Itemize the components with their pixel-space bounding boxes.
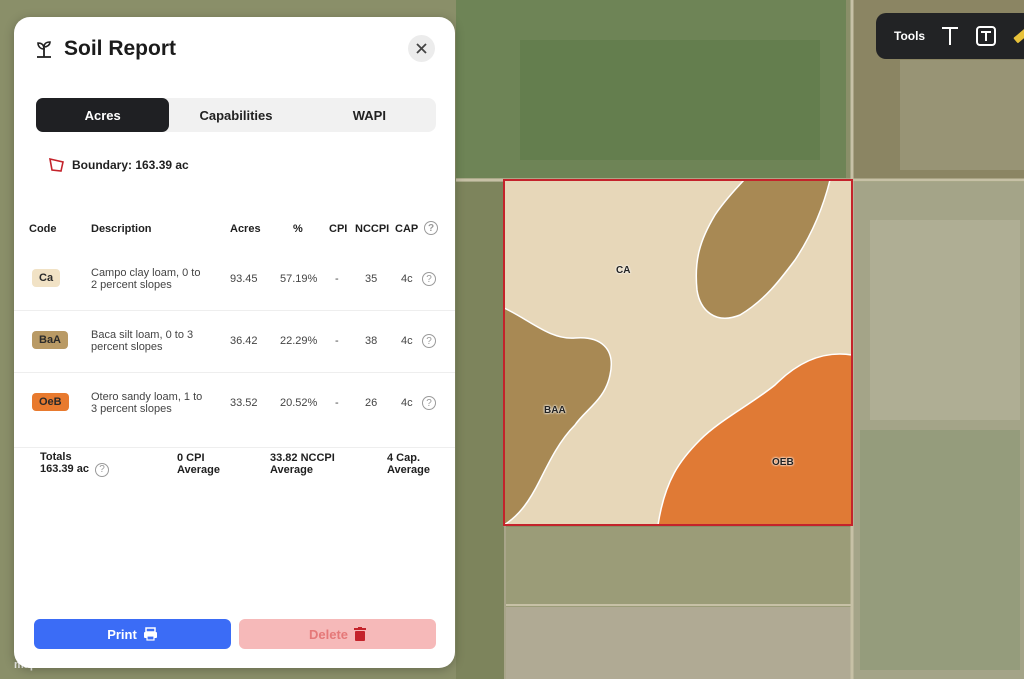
close-icon xyxy=(416,43,427,54)
soil-map-polygons xyxy=(503,179,853,527)
soil-cpi: - xyxy=(335,397,339,409)
totals-cpi: 0 CPI Average xyxy=(177,452,221,476)
col-percent: % xyxy=(293,223,303,235)
row-help-icon[interactable]: ? xyxy=(422,396,436,410)
soil-percent: 22.29% xyxy=(280,335,318,347)
text-icon xyxy=(942,27,959,45)
cap-help-icon[interactable]: ? xyxy=(424,221,438,235)
totals-acres: 163.39 ac xyxy=(40,463,89,475)
soil-description: Otero sandy loam, 1 to 3 percent slopes xyxy=(91,391,203,415)
totals-cap: 4 Cap. Average xyxy=(387,452,431,476)
panel-header: Soil Report xyxy=(34,35,435,62)
soil-description: Baca silt loam, 0 to 3 percent slopes xyxy=(91,329,194,353)
map-label-ca: CA xyxy=(616,265,631,276)
soil-cpi: - xyxy=(335,273,339,285)
delete-label: Delete xyxy=(308,626,349,642)
tab-capabilities[interactable]: Capabilities xyxy=(169,98,302,132)
totals-help-icon[interactable]: ? xyxy=(95,463,109,477)
soil-table: Code Description Acres % CPI NCCPI CAP ?… xyxy=(14,209,455,434)
close-button[interactable] xyxy=(408,35,435,62)
plant-icon xyxy=(37,41,51,58)
soil-percent: 57.19% xyxy=(280,273,318,285)
printer-icon xyxy=(143,627,157,641)
soil-acres: 33.52 xyxy=(230,397,258,409)
map-label-oeb: OEB xyxy=(772,457,794,468)
text-box-icon xyxy=(976,26,997,46)
text-tool-button[interactable] xyxy=(939,25,961,47)
col-cpi: CPI xyxy=(329,223,348,235)
print-label: Print xyxy=(107,626,137,642)
delete-button[interactable]: Delete xyxy=(239,619,436,649)
tools-bar: Tools xyxy=(876,13,1024,59)
boundary-text: Boundary: 163.39 ac xyxy=(72,158,189,172)
soil-acres: 36.42 xyxy=(230,335,258,347)
col-code: Code xyxy=(29,223,57,235)
table-row: BaA Baca silt loam, 0 to 3 percent slopes… xyxy=(14,310,455,372)
panel-title: Soil Report xyxy=(64,37,177,60)
tab-acres[interactable]: Acres xyxy=(36,98,170,132)
col-cap: CAP xyxy=(395,223,419,235)
soil-code-badge: BaA xyxy=(32,331,69,349)
boundary-polygon-icon xyxy=(48,157,64,172)
soil-acres: 93.45 xyxy=(230,273,258,285)
trash-icon xyxy=(354,627,367,641)
soil-percent: 20.52% xyxy=(280,397,318,409)
table-header: Code Description Acres % CPI NCCPI CAP ? xyxy=(14,209,455,249)
totals-label: Totals xyxy=(40,451,72,463)
tab-wapi[interactable]: WAPI xyxy=(303,98,436,132)
row-help-icon[interactable]: ? xyxy=(422,272,436,286)
table-row: OeB Otero sandy loam, 1 to 3 percent slop… xyxy=(14,372,455,434)
table-row: Ca Campo clay loam, 0 to 2 percent slopes… xyxy=(14,249,455,310)
soil-nccpi: 26 xyxy=(365,397,378,409)
col-acres: Acres xyxy=(230,223,261,235)
totals-nccpi: 33.82 NCCPI Average xyxy=(270,452,335,476)
soil-report-panel: Soil Report Acres Capabilities WAPI Boun… xyxy=(14,17,455,668)
row-help-icon[interactable]: ? xyxy=(422,334,436,348)
ruler-icon xyxy=(1013,27,1024,44)
col-nccpi: NCCPI xyxy=(355,223,390,235)
soil-description: Campo clay loam, 0 to 2 percent slopes xyxy=(91,267,201,291)
totals-row: Totals 163.39 ac ? 0 CPI Average 33.82 NC… xyxy=(14,447,455,498)
col-description: Description xyxy=(91,223,152,235)
text-box-tool-button[interactable] xyxy=(975,25,997,47)
soil-nccpi: 38 xyxy=(365,335,378,347)
soil-code-badge: Ca xyxy=(32,269,61,287)
boundary-summary: Boundary: 163.39 ac xyxy=(48,156,189,174)
print-button[interactable]: Print xyxy=(34,619,231,649)
soil-cap: 4c xyxy=(401,335,413,347)
soil-nccpi: 35 xyxy=(365,273,378,285)
soil-code-badge: OeB xyxy=(32,393,69,411)
soil-cap: 4c xyxy=(401,397,413,409)
soil-cap: 4c xyxy=(401,273,413,285)
map-label-baa: BAA xyxy=(544,405,566,416)
tools-label: Tools xyxy=(894,29,926,43)
tab-bar: Acres Capabilities WAPI xyxy=(36,98,436,132)
soil-cpi: - xyxy=(335,335,339,347)
measure-tool-button[interactable] xyxy=(1011,25,1024,47)
